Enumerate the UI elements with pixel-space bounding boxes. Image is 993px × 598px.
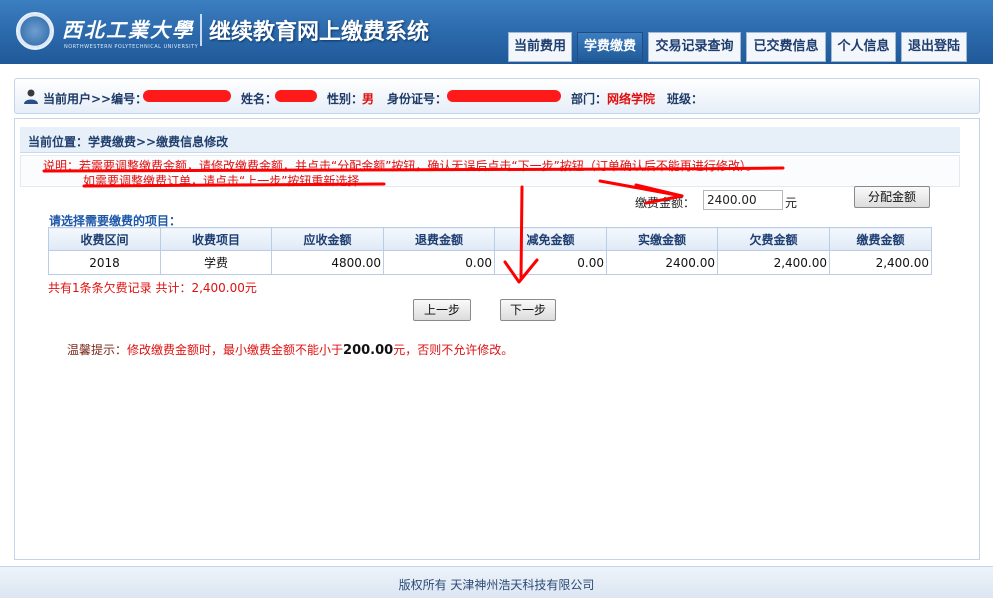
table-cell: 2,400.00 <box>717 250 830 275</box>
copyright-text: 版权所有 天津神州浩天科技有限公司 <box>398 578 595 592</box>
tab-personal-info[interactable]: 个人信息 <box>831 32 896 62</box>
payment-amount-input[interactable] <box>703 190 783 210</box>
logo-divider <box>200 14 202 46</box>
user-icon <box>24 89 38 104</box>
tip-text-end: 元，否则不允许修改。 <box>393 343 514 357</box>
redacted-name <box>275 90 317 102</box>
prev-step-button[interactable]: 上一步 <box>413 299 471 321</box>
table-cell: 2400.00 <box>606 250 718 275</box>
payment-amount-label: 缴费金额： <box>635 196 696 210</box>
university-name: 西北工業大學 <box>62 18 194 42</box>
tab-tuition-payment[interactable]: 学费缴费 <box>577 32 643 62</box>
breadcrumb: 当前位置：学费缴费>>缴费信息修改 <box>28 135 229 149</box>
tab-logout[interactable]: 退出登陆 <box>901 32 967 62</box>
tab-current-fees[interactable]: 当前费用 <box>508 32 572 62</box>
column-header: 收费项目 <box>160 227 272 251</box>
tab-paid-info[interactable]: 已交费信息 <box>746 32 826 62</box>
tab-transaction-query[interactable]: 交易记录查询 <box>648 32 741 62</box>
user-info-bar: 当前用户>>编号： 姓名： 性别： 男 身份证号： 部门： 网络学院 班级： <box>14 78 980 114</box>
column-header: 退费金额 <box>383 227 495 251</box>
tip-label: 温馨提示： <box>67 343 128 357</box>
table-header-row: 收费区间 收费项目 应收金额 退费金额 减免金额 实缴金额 欠费金额 缴费金额 <box>48 227 932 251</box>
gender-label: 性别： <box>327 92 364 106</box>
department-label: 部门： <box>571 92 608 106</box>
warm-tip: 温馨提示：修改缴费金额时，最小缴费金额不能小于200.00元，否则不允许修改。 <box>67 341 513 358</box>
table-row[interactable]: 2018 学费 4800.00 0.00 0.00 2400.00 2,400.… <box>48 250 932 275</box>
tip-text: 修改缴费金额时，最小缴费金额不能小于 <box>127 343 344 357</box>
amount-unit: 元 <box>785 196 798 210</box>
name-label: 姓名： <box>241 92 278 106</box>
table-cell: 2018 <box>48 250 161 275</box>
table-cell: 0.00 <box>383 250 495 275</box>
next-step-button[interactable]: 下一步 <box>500 299 556 321</box>
column-header: 欠费金额 <box>717 227 830 251</box>
instruction-line-2: 如需要调整缴费订单，请点击“上一步”按钮重新选择 <box>83 174 360 188</box>
gender-value: 男 <box>362 92 375 106</box>
column-header: 减免金额 <box>494 227 607 251</box>
column-header: 收费区间 <box>48 227 161 251</box>
id-number-label: 身份证号： <box>387 92 448 106</box>
column-header: 实缴金额 <box>606 227 718 251</box>
arrears-summary: 共有1条条欠费记录 共计：2,400.00元 <box>48 281 257 295</box>
redacted-user-id <box>143 90 231 102</box>
current-user-label: 当前用户>>编号： <box>43 92 148 106</box>
table-cell: 学费 <box>160 250 272 275</box>
table-cell: 4800.00 <box>271 250 384 275</box>
tip-min-amount: 200.00 <box>343 343 394 358</box>
class-label: 班级： <box>667 92 704 106</box>
department-value: 网络学院 <box>607 92 656 106</box>
table-cell: 2,400.00 <box>829 250 932 275</box>
redacted-id-number <box>447 90 561 102</box>
allocate-amount-button[interactable]: 分配金额 <box>854 186 930 208</box>
main-panel: 当前位置：学费缴费>>缴费信息修改 说明：若需要调整缴费金额，请修改缴费金额，并… <box>14 118 980 560</box>
breadcrumb-bar: 当前位置：学费缴费>>缴费信息修改 <box>20 127 960 153</box>
footer: 版权所有 天津神州浩天科技有限公司 <box>0 566 993 598</box>
table-cell: 0.00 <box>494 250 607 275</box>
column-header: 缴费金额 <box>829 227 932 251</box>
system-title: 继续教育网上缴费系统 <box>209 20 430 45</box>
university-seal-icon <box>16 12 54 50</box>
university-english-name: NORTHWESTERN POLYTECHNICAL UNIVERSITY <box>64 44 199 50</box>
column-header: 应收金额 <box>271 227 384 251</box>
fee-table: 收费区间 收费项目 应收金额 退费金额 减免金额 实缴金额 欠费金额 缴费金额 … <box>48 227 932 275</box>
